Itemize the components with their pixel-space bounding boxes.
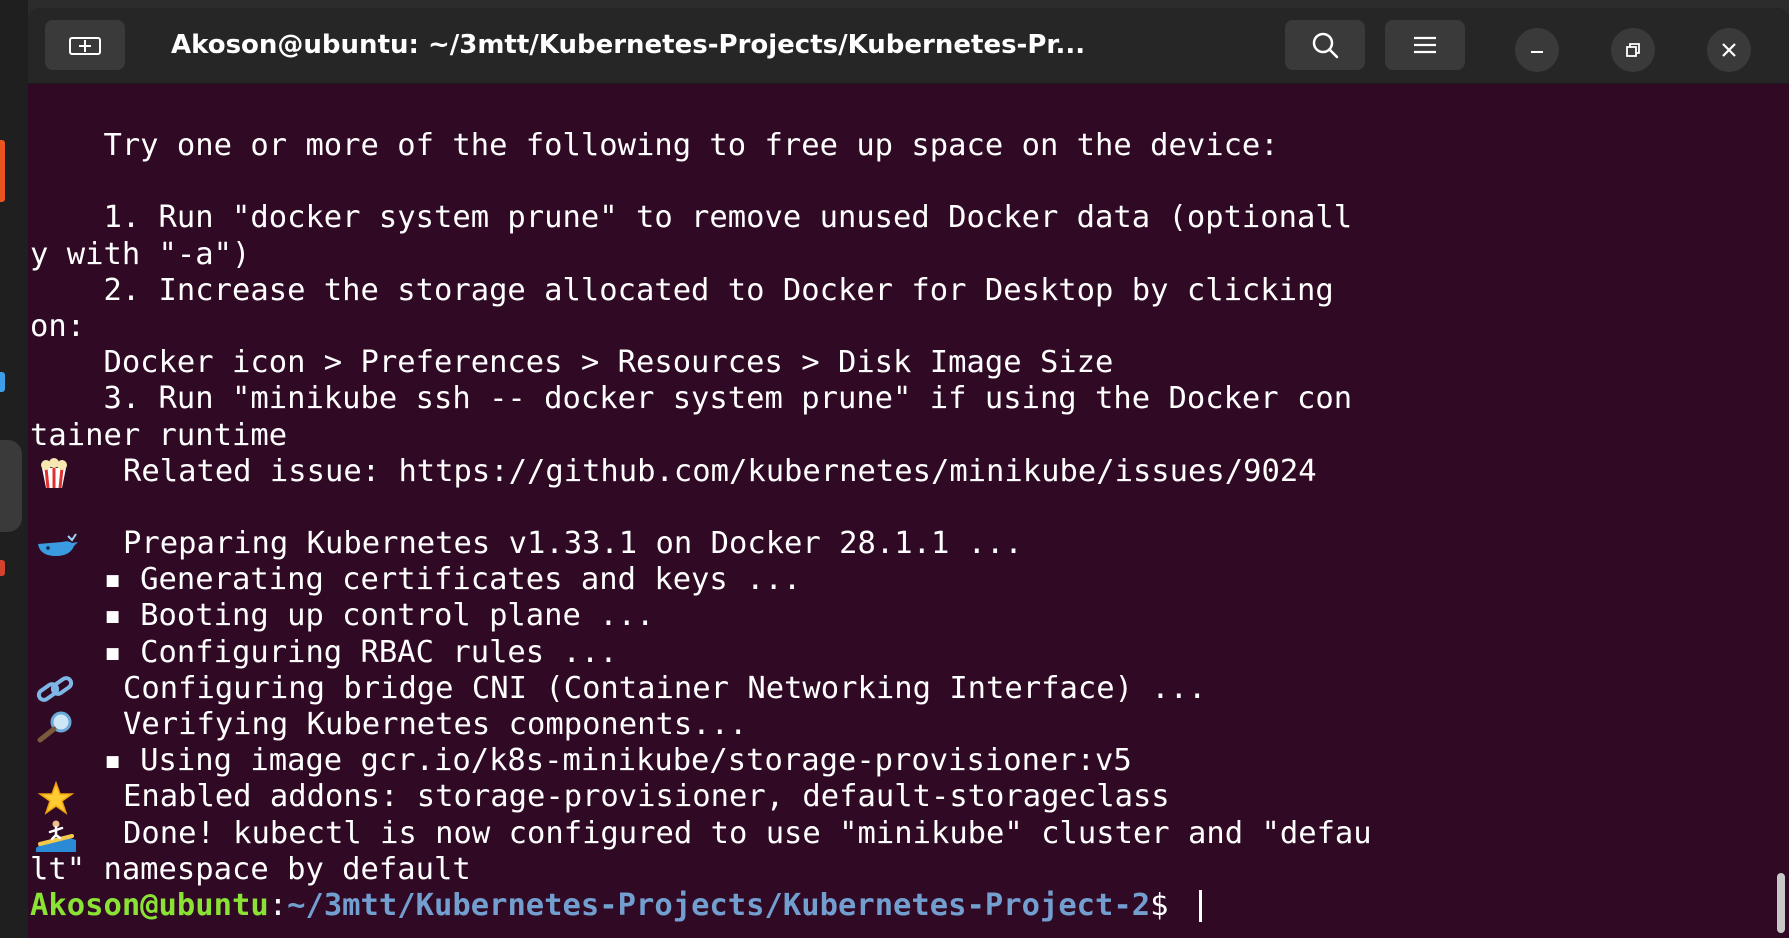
terminal-line-text: Enabled addons: storage-provisioner, def… (123, 779, 1170, 815)
surfer-icon (30, 816, 123, 852)
terminal-line: on: (30, 309, 1789, 345)
restore-button[interactable] (1611, 28, 1655, 72)
terminal-line-text: Verifying Kubernetes components... (123, 707, 748, 742)
terminal-line: Preparing Kubernetes v1.33.1 on Docker 2… (30, 526, 1789, 562)
terminal-line-text: Try one or more of the following to free… (30, 128, 1279, 163)
terminal-line: Enabled addons: storage-provisioner, def… (30, 779, 1789, 816)
terminal-line: Verifying Kubernetes components... (30, 707, 1789, 743)
search-button[interactable] (1285, 20, 1365, 70)
desktop-dock (0, 0, 28, 938)
terminal-line-text: tainer runtime (30, 417, 288, 453)
terminal-line: ▪ Booting up control plane ... (30, 598, 1789, 634)
link-icon (30, 671, 123, 707)
terminal-line-text: Related issue: https://github.com/kubern… (123, 453, 1317, 489)
whale-icon (30, 526, 123, 562)
terminal-line-text: 1. Run "docker system prune" to remove u… (30, 200, 1353, 236)
terminal-line-text: ▪ Generating certificates and keys ... (30, 562, 802, 598)
command-prompt[interactable]: Akoson@ubuntu: ~/3mtt/Kubernetes-Projects… (30, 888, 1789, 924)
menu-button[interactable] (1385, 20, 1465, 70)
terminal-output[interactable]: Try one or more of the following to free… (28, 84, 1789, 938)
restore-icon (1626, 43, 1640, 57)
title-bar: Akoson@ubuntu: ~/3mtt/Kubernetes-Project… (28, 8, 1789, 84)
text-cursor (1198, 890, 1202, 923)
terminal-line-text: ▪ Booting up control plane ... (30, 598, 655, 634)
prompt-user: Akoson@ubuntu (30, 887, 269, 923)
dock-running-indicator (0, 372, 5, 392)
search-icon (1312, 32, 1339, 59)
dock-active-app[interactable] (0, 440, 22, 532)
terminal-line-text: 3. Run "minikube ssh -- docker system pr… (30, 381, 1353, 417)
scrollbar[interactable] (1777, 873, 1785, 933)
prompt-separator: : (268, 887, 288, 923)
terminal-line-text: ▪ Configuring RBAC rules ... (30, 634, 618, 670)
terminal-line-text: y with "-a") (30, 236, 251, 272)
terminal-line-text: 2. Increase the storage allocated to Doc… (30, 272, 1334, 308)
close-button[interactable] (1707, 28, 1751, 72)
terminal-line: ▪ Generating certificates and keys ... (30, 562, 1789, 598)
new-tab-button[interactable] (45, 20, 125, 70)
window-title: Akoson@ubuntu: ~/3mtt/Kubernetes-Project… (171, 30, 1086, 60)
terminal-line: 2. Increase the storage allocated to Doc… (30, 273, 1789, 309)
hamburger-icon (1414, 36, 1436, 54)
terminal-line: Done! kubectl is now configured to use "… (30, 816, 1789, 852)
terminal-line-text: Preparing Kubernetes v1.33.1 on Docker 2… (123, 526, 1023, 562)
terminal-line: 3. Run "minikube ssh -- docker system pr… (30, 381, 1789, 417)
terminal-line-text: Docker icon > Preferences > Resources > … (30, 345, 1114, 381)
terminal-line: y with "-a") (30, 237, 1789, 273)
dock-running-indicator (0, 560, 5, 576)
terminal-window: Akoson@ubuntu: ~/3mtt/Kubernetes-Project… (28, 8, 1789, 938)
magnifier-icon (30, 707, 123, 743)
dock-running-indicator (0, 140, 5, 202)
terminal-line: ▪ Using image gcr.io/k8s-minikube/storag… (30, 743, 1789, 779)
terminal-line: Configuring bridge CNI (Container Networ… (30, 671, 1789, 707)
terminal-line: Docker icon > Preferences > Resources > … (30, 345, 1789, 381)
minimize-icon (1531, 51, 1543, 53)
terminal-line-text: Configuring bridge CNI (Container Networ… (123, 670, 1207, 706)
terminal-line: lt" namespace by default (30, 852, 1789, 888)
terminal-line: ▪ Configuring RBAC rules ... (30, 635, 1789, 671)
popcorn-icon (30, 454, 123, 490)
terminal-line-text: Done! kubectl is now configured to use "… (123, 815, 1372, 851)
prompt-path: ~/3mtt/Kubernetes-Projects/Kubernetes-Pr… (287, 887, 1151, 923)
new-tab-icon (69, 37, 101, 55)
minimize-button[interactable] (1515, 28, 1559, 72)
close-icon (1722, 43, 1736, 57)
terminal-line-text: ▪ Using image gcr.io/k8s-minikube/storag… (30, 743, 1132, 779)
star-icon (30, 779, 123, 816)
terminal-line: 1. Run "docker system prune" to remove u… (30, 200, 1789, 236)
prompt-symbol: $ (1150, 887, 1187, 923)
terminal-line-text: lt" namespace by default (30, 851, 471, 887)
terminal-line: Try one or more of the following to free… (30, 128, 1789, 164)
terminal-line: Related issue: https://github.com/kubern… (30, 454, 1789, 490)
terminal-line-text: on: (30, 308, 86, 344)
terminal-line: tainer runtime (30, 418, 1789, 454)
